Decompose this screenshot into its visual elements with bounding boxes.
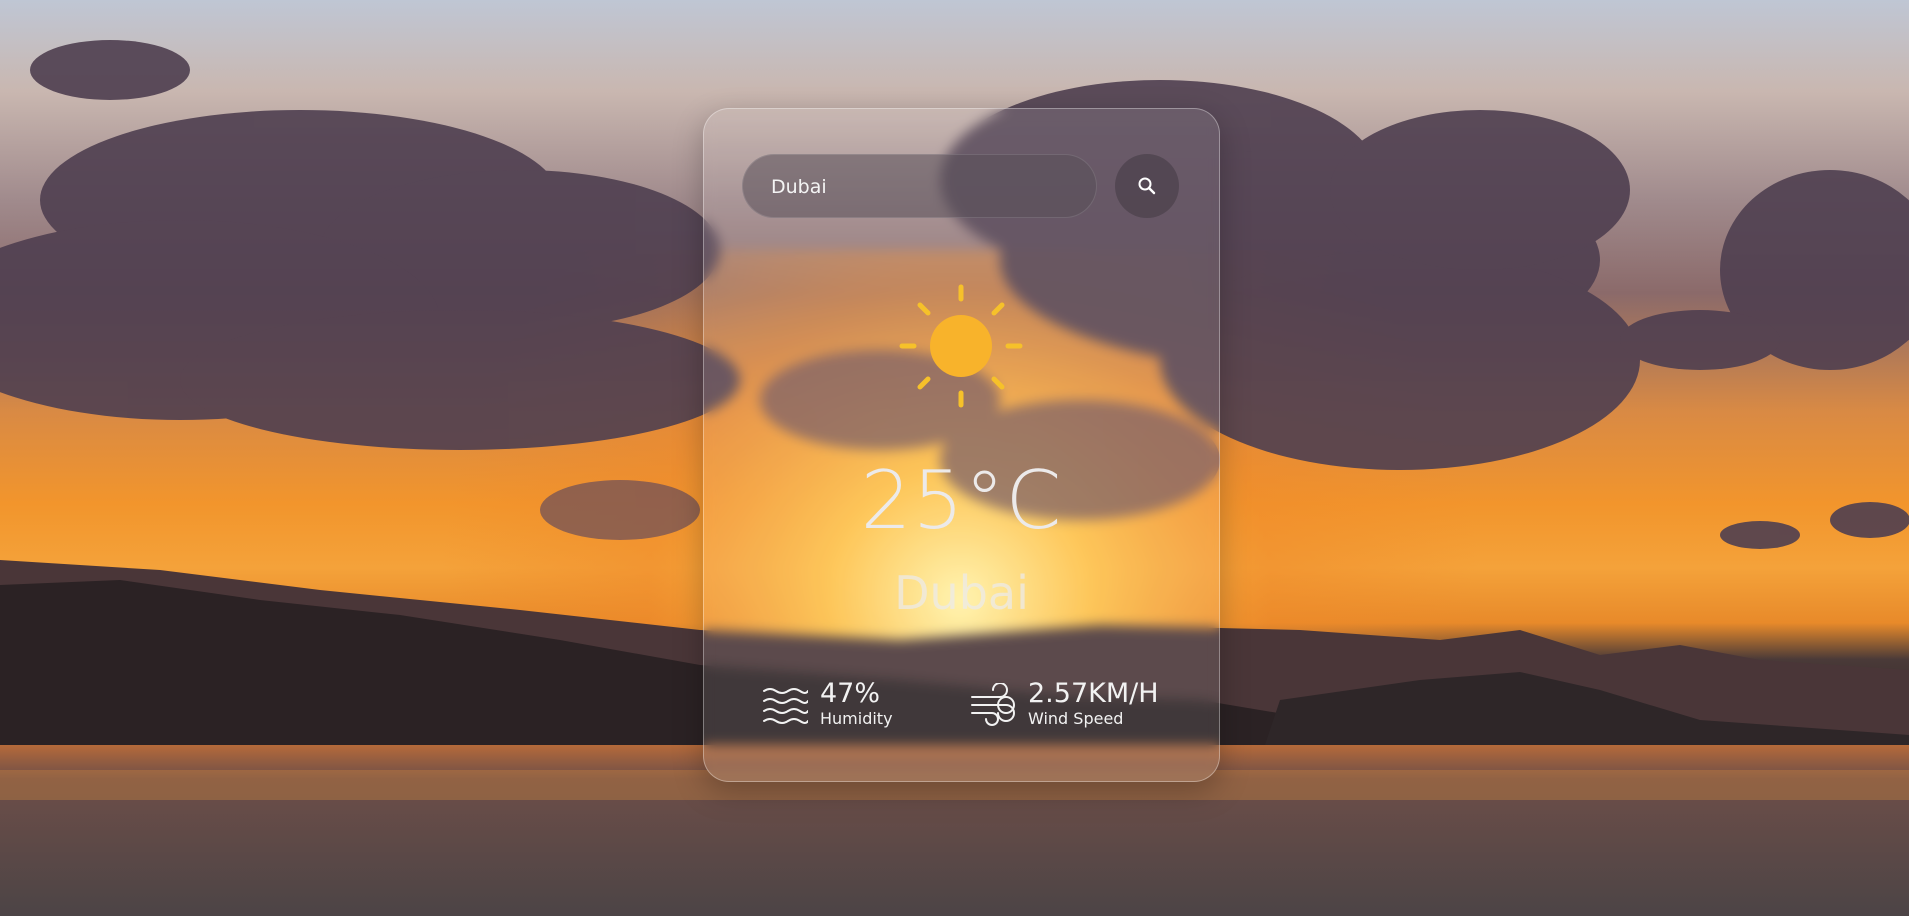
humidity-label: Humidity — [820, 709, 893, 728]
wind-value: 2.57KM/H — [1028, 678, 1159, 709]
city-name: Dubai — [894, 566, 1029, 620]
search-button[interactable] — [1115, 154, 1179, 218]
sun-icon — [899, 284, 1023, 408]
temperature-value: 25°C — [860, 454, 1063, 547]
city-search-input[interactable] — [769, 155, 1083, 219]
weather-card: 25°C Dubai 47% Humidity — [703, 108, 1220, 782]
humidity-value: 47% — [820, 678, 881, 709]
app-background: 25°C Dubai 47% Humidity — [0, 0, 1909, 916]
waves-icon — [763, 688, 808, 724]
search-icon — [1138, 177, 1156, 195]
wind-icon — [971, 683, 1015, 726]
wind-stat: 2.57KM/H Wind Speed — [970, 679, 1159, 729]
wind-label: Wind Speed — [1028, 709, 1124, 728]
humidity-stat: 47% Humidity — [762, 679, 893, 729]
search-box — [742, 154, 1097, 219]
